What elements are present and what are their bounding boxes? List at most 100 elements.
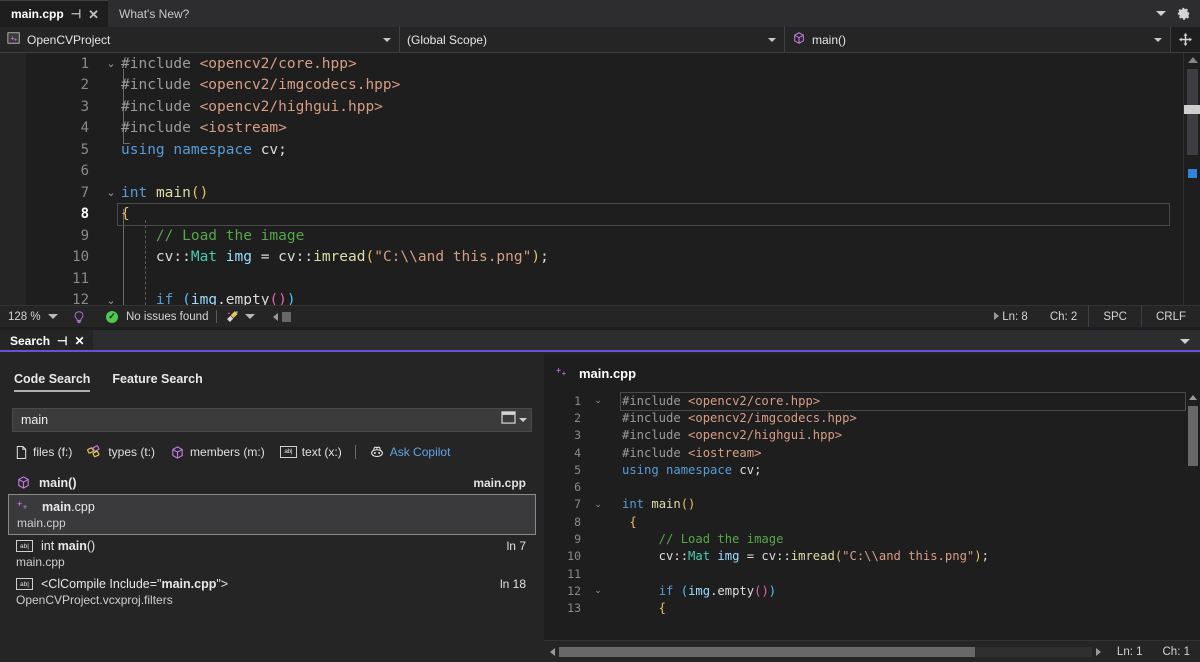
editor-code-area[interactable]: 1 ⌄ #include <opencv2/core.hpp> 2 #include <… <box>26 53 1200 305</box>
chevron-down-icon[interactable] <box>245 314 256 319</box>
code-line[interactable]: 4 #include <iostream> <box>544 444 1200 461</box>
editor-tab-whats-new[interactable]: What's New? <box>108 0 198 27</box>
code-token: if <box>658 583 674 598</box>
search-window-menu[interactable] <box>1180 330 1200 352</box>
chevron-down-icon[interactable] <box>519 418 527 422</box>
indentation-indicator[interactable]: SPC <box>1088 306 1141 327</box>
code-line[interactable]: 2 #include <opencv2/imgcodecs.hpp> <box>544 409 1200 426</box>
editor-vertical-scrollbar[interactable] <box>1183 53 1200 305</box>
code-line[interactable]: 8{ <box>26 203 1200 227</box>
preview-code-area[interactable]: 1 ⌄ #include <opencv2/core.hpp> 2 #include <… <box>544 392 1200 640</box>
ask-copilot-button[interactable]: Ask Copilot <box>369 445 450 460</box>
line-ending-indicator[interactable]: CRLF <box>1140 306 1200 327</box>
tab-code-search[interactable]: Code Search <box>14 372 91 392</box>
code-line[interactable]: 7 ⌄ int main() <box>544 496 1200 513</box>
filter-text[interactable]: ab| text (x:) <box>279 445 342 459</box>
code-line[interactable]: 8 { <box>544 513 1200 530</box>
close-icon[interactable]: ✕ <box>74 334 84 348</box>
code-line[interactable]: 10 cv::Mat img = cv::imread("C:\\and thi… <box>26 247 1200 269</box>
search-result-item[interactable]: + + main.cpp main.cpp <box>8 494 536 535</box>
preview-pane-icon[interactable] <box>501 411 516 429</box>
preview-pane-toggle[interactable] <box>501 411 527 429</box>
chevron-down-icon[interactable] <box>1180 338 1190 344</box>
code-line[interactable]: 4 #include <iostream> <box>26 118 1200 140</box>
preview-column-indicator: Ch: 1 <box>1162 645 1191 658</box>
code-line[interactable]: 5 using namespace cv; <box>26 139 1200 161</box>
tab-feature-search[interactable]: Feature Search <box>112 372 202 392</box>
pin-icon[interactable]: ⊣ <box>57 334 67 348</box>
filter-files[interactable]: files (f:) <box>14 444 72 460</box>
pin-icon[interactable]: ⊣ <box>71 8 81 20</box>
search-result-item[interactable]: ab| int main() ln 7 main.cpp <box>8 535 536 573</box>
member-selector[interactable]: main() <box>785 27 1171 52</box>
editor-horizontal-scrollbar[interactable] <box>273 311 292 322</box>
code-editor[interactable]: 1 ⌄ #include <opencv2/core.hpp> 2 #include <… <box>0 53 1200 305</box>
caret-column-indicator: Ch: 2 <box>1049 310 1078 323</box>
zoom-level-control[interactable]: 128 % <box>0 311 72 323</box>
code-line[interactable]: 10 cv::Mat img = cv::imread("C:\\and thi… <box>544 548 1200 565</box>
scrollbar-track[interactable] <box>559 646 1092 657</box>
chevron-down-icon[interactable] <box>47 314 58 319</box>
chevron-down-icon[interactable] <box>768 37 776 42</box>
fold-toggle-icon[interactable]: ⌄ <box>101 294 121 305</box>
code-line[interactable]: 3 #include <opencv2/highgui.hpp> <box>544 427 1200 444</box>
scroll-left-icon[interactable] <box>550 647 555 656</box>
code-line[interactable]: 6 <box>544 478 1200 495</box>
close-icon[interactable]: ✕ <box>88 8 99 21</box>
gear-icon[interactable] <box>1176 6 1191 21</box>
fold-toggle-icon[interactable]: ⌄ <box>590 395 606 406</box>
scrollbar-thumb[interactable] <box>559 646 975 657</box>
chevron-down-icon[interactable] <box>1156 11 1166 16</box>
code-line[interactable]: 11 <box>26 268 1200 290</box>
search-results-list[interactable]: main() main.cpp + + main.cpp main.cpp ab| int m… <box>8 471 536 656</box>
editor-tab-label: main.cpp <box>11 7 64 21</box>
fold-toggle-icon[interactable]: ⌄ <box>590 499 606 510</box>
code-line[interactable]: 13 { <box>544 600 1200 617</box>
scroll-right-icon[interactable] <box>988 305 1004 327</box>
chevron-down-icon[interactable] <box>1154 37 1162 42</box>
code-line[interactable]: 9 // Load the image <box>26 225 1200 247</box>
scrollbar-thumb[interactable] <box>282 311 292 322</box>
split-view-icon[interactable] <box>1171 27 1200 52</box>
search-result-item[interactable]: ab| <ClCompile Include="main.cpp"> ln 18 Op… <box>8 573 536 611</box>
code-line[interactable]: 11 <box>544 565 1200 582</box>
fold-toggle-icon[interactable]: ⌄ <box>101 57 121 70</box>
scrollbar-thumb[interactable] <box>1188 406 1198 466</box>
code-token: empty <box>225 292 270 305</box>
editor-tab-main-cpp[interactable]: main.cpp ⊣ ✕ <box>0 0 109 27</box>
fold-toggle-icon[interactable]: ⌄ <box>590 585 606 596</box>
code-token: () <box>754 583 769 598</box>
code-line[interactable]: 1 ⌄ #include <opencv2/core.hpp> <box>544 392 1200 411</box>
filter-members[interactable]: members (m:) <box>170 445 265 460</box>
scroll-up-icon[interactable] <box>1189 395 1197 400</box>
code-line[interactable]: 5 using namespace cv; <box>544 461 1200 478</box>
code-line[interactable]: 3 #include <opencv2/highgui.hpp> <box>26 96 1200 118</box>
scrollbar-thumb[interactable] <box>1184 105 1200 114</box>
project-selector[interactable]: + + OpenCVProject <box>0 27 400 52</box>
filter-types[interactable]: types (t:) <box>87 445 155 459</box>
preview-vertical-scrollbar[interactable] <box>1186 392 1200 640</box>
code-cleanup-icon[interactable] <box>225 309 240 324</box>
preview-horizontal-scrollbar[interactable] <box>544 646 1107 657</box>
code-line[interactable]: 2 #include <opencv2/imgcodecs.hpp> <box>26 75 1200 97</box>
search-window-tab[interactable]: Search ⊣ ✕ <box>0 330 93 352</box>
intellicode-icon[interactable] <box>72 310 86 324</box>
scroll-right-icon[interactable] <box>1095 647 1101 656</box>
search-input-container[interactable] <box>12 408 532 432</box>
search-input[interactable] <box>21 413 501 427</box>
scope-selector[interactable]: (Global Scope) <box>400 27 785 52</box>
types-icon <box>87 445 103 459</box>
chevron-down-icon[interactable] <box>383 37 391 42</box>
search-result-item[interactable]: main() main.cpp <box>8 471 536 494</box>
code-text: #include <opencv2/highgui.hpp> <box>622 428 1200 442</box>
code-line[interactable]: 1 ⌄ #include <opencv2/core.hpp> <box>26 53 1200 75</box>
code-text: #include <opencv2/imgcodecs.hpp> <box>622 411 1200 425</box>
code-line[interactable]: 7 ⌄ int main() <box>26 182 1200 204</box>
code-line[interactable]: 9 // Load the image <box>544 530 1200 547</box>
code-line[interactable]: 12 ⌄ if (img.empty()) <box>544 582 1200 599</box>
scroll-up-icon[interactable] <box>1188 57 1198 63</box>
fold-toggle-icon[interactable]: ⌄ <box>101 186 121 199</box>
code-line[interactable]: 6 <box>26 161 1200 183</box>
scroll-left-icon[interactable] <box>273 312 279 321</box>
code-line[interactable]: 12 ⌄ if (img.empty()) <box>26 290 1200 305</box>
